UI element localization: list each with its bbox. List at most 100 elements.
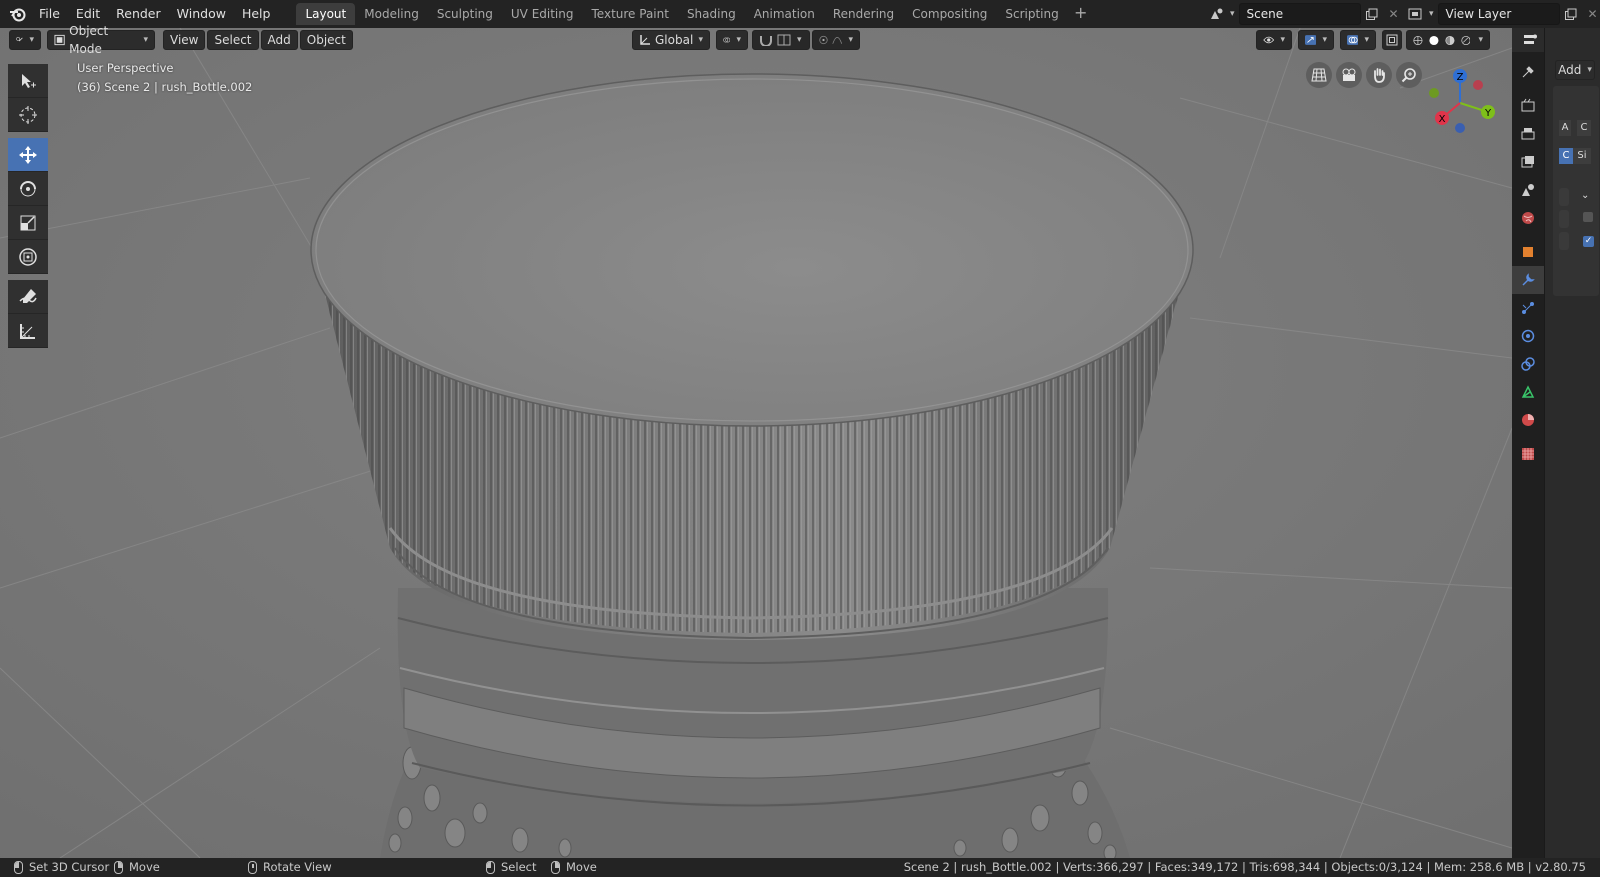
particles-tab[interactable]: [1512, 294, 1544, 322]
new-scene-icon[interactable]: [1361, 3, 1383, 25]
pan-view-button[interactable]: [1366, 62, 1392, 88]
overlays-toggle[interactable]: ▾: [1340, 30, 1376, 50]
tool-tab[interactable]: [1512, 58, 1544, 86]
texture-tab[interactable]: [1512, 440, 1544, 468]
transform-tool[interactable]: [8, 240, 48, 274]
mode-label: Object Mode: [69, 24, 109, 56]
material-icon: [1522, 414, 1534, 426]
move-tool[interactable]: [8, 138, 48, 172]
ruler-icon: [20, 323, 35, 339]
select-box-tool[interactable]: [8, 64, 48, 98]
status-rotate-label: Rotate View: [263, 860, 332, 874]
xray-toggle[interactable]: [1382, 30, 1402, 50]
axis-gizmo[interactable]: Z Y X: [1420, 66, 1500, 136]
material-shading-icon[interactable]: [1445, 34, 1455, 47]
pivot-point-dropdown[interactable]: ▾: [716, 30, 748, 50]
add-workspace-button[interactable]: +: [1072, 5, 1090, 23]
tab-shading[interactable]: Shading: [678, 3, 745, 25]
select-menu[interactable]: Select: [207, 30, 259, 50]
modifier-name-fragment-c[interactable]: C: [1577, 120, 1591, 136]
texture-icon: [1522, 448, 1534, 460]
new-view-layer-icon[interactable]: [1560, 3, 1582, 25]
tab-modeling[interactable]: Modeling: [355, 3, 428, 25]
snap-controls[interactable]: ▾: [752, 30, 810, 50]
modifier-slider-2[interactable]: [1559, 210, 1569, 228]
data-tab[interactable]: [1512, 378, 1544, 406]
tab-uv-editing[interactable]: UV Editing: [502, 3, 583, 25]
object-tab[interactable]: [1512, 238, 1544, 266]
modifier-slider-1[interactable]: [1559, 188, 1569, 206]
world-tab[interactable]: [1512, 204, 1544, 232]
tab-compositing[interactable]: Compositing: [903, 3, 996, 25]
scene-tab[interactable]: [1512, 176, 1544, 204]
modifier-checkbox-on[interactable]: ✓: [1583, 236, 1594, 247]
y-axis-label: Y: [1484, 108, 1492, 119]
neg-z-axis-handle[interactable]: [1455, 123, 1465, 133]
viewport-render[interactable]: [0, 28, 1512, 858]
constraints-tab[interactable]: [1512, 350, 1544, 378]
physics-tab[interactable]: [1512, 322, 1544, 350]
transform-orientation-dropdown[interactable]: Global ▾: [632, 30, 710, 50]
scene-icon[interactable]: [1206, 3, 1228, 25]
mode-dropdown[interactable]: Object Mode ▾: [47, 24, 155, 56]
view-layer-icon[interactable]: [1405, 3, 1427, 25]
menu-file[interactable]: File: [31, 3, 68, 25]
tab-layout[interactable]: Layout: [296, 3, 356, 25]
tab-sculpting[interactable]: Sculpting: [428, 3, 502, 25]
view-layer-tab[interactable]: [1512, 148, 1544, 176]
hand-icon: [1374, 68, 1385, 83]
overlays-icon: [1347, 35, 1359, 45]
menu-help[interactable]: Help: [234, 3, 279, 25]
tab-rendering[interactable]: Rendering: [824, 3, 903, 25]
rotate-tool[interactable]: [8, 172, 48, 206]
annotate-tool[interactable]: [8, 280, 48, 314]
gizmo-toggle[interactable]: ▾: [1298, 30, 1334, 50]
camera-view-button[interactable]: [1336, 62, 1362, 88]
grid-icon: [1311, 68, 1327, 82]
visibility-dropdown[interactable]: ▾: [1256, 30, 1292, 50]
modifier-slider-3[interactable]: [1559, 232, 1569, 250]
menu-window[interactable]: Window: [169, 3, 234, 25]
solid-shading-icon[interactable]: [1429, 34, 1439, 47]
scale-tool[interactable]: [8, 206, 48, 240]
3d-viewport[interactable]: User Perspective (36) Scene 2 | rush_Bot…: [0, 28, 1512, 858]
proportional-editing[interactable]: ▾: [812, 30, 860, 50]
output-tab[interactable]: [1512, 120, 1544, 148]
xray-icon: [1386, 34, 1398, 46]
scene-name-field[interactable]: Scene: [1238, 3, 1361, 25]
delete-scene-icon[interactable]: ✕: [1383, 3, 1405, 25]
view-menu[interactable]: View: [163, 30, 206, 50]
view-layer-name-field[interactable]: View Layer: [1437, 3, 1560, 25]
toggle-ortho-button[interactable]: [1306, 62, 1332, 88]
modifier-checkbox-off[interactable]: [1583, 212, 1593, 222]
modifier-chevron-down-icon[interactable]: ⌄: [1581, 190, 1589, 201]
modifier-name-fragment-a[interactable]: A: [1559, 120, 1571, 136]
measure-tool[interactable]: [8, 314, 48, 348]
render-tab[interactable]: [1512, 92, 1544, 120]
neg-x-axis-handle[interactable]: [1473, 80, 1483, 90]
cursor-tool[interactable]: [8, 98, 48, 132]
add-modifier-button[interactable]: Add ▾: [1555, 60, 1595, 80]
object-info-label: (36) Scene 2 | rush_Bottle.002: [77, 80, 253, 94]
modifier-toggle-c[interactable]: C: [1559, 148, 1573, 164]
tab-scripting[interactable]: Scripting: [996, 3, 1067, 25]
neg-y-axis-handle[interactable]: [1429, 88, 1439, 98]
blender-logo-icon[interactable]: [5, 1, 31, 27]
material-tab[interactable]: [1512, 406, 1544, 434]
delete-view-layer-icon[interactable]: ✕: [1582, 3, 1600, 25]
add-menu[interactable]: Add: [260, 30, 298, 50]
scene-chevron-down-icon[interactable]: ▾: [1230, 9, 1235, 19]
right-mouse-icon: [114, 860, 123, 874]
rendered-shading-icon[interactable]: [1460, 34, 1471, 47]
properties-editor-icon[interactable]: [1520, 29, 1542, 51]
modifier-tab[interactable]: [1512, 266, 1544, 294]
object-menu[interactable]: Object: [299, 30, 353, 50]
perspective-label: User Perspective: [77, 61, 174, 75]
view-layer-chevron-down-icon[interactable]: ▾: [1429, 9, 1434, 19]
wireframe-shading-icon[interactable]: [1413, 34, 1423, 47]
editor-type-button[interactable]: ▾: [9, 30, 41, 50]
zoom-view-button[interactable]: [1396, 62, 1422, 88]
tab-texture-paint[interactable]: Texture Paint: [583, 3, 678, 25]
tab-animation[interactable]: Animation: [745, 3, 824, 25]
modifier-toggle-si[interactable]: Si: [1573, 148, 1591, 164]
